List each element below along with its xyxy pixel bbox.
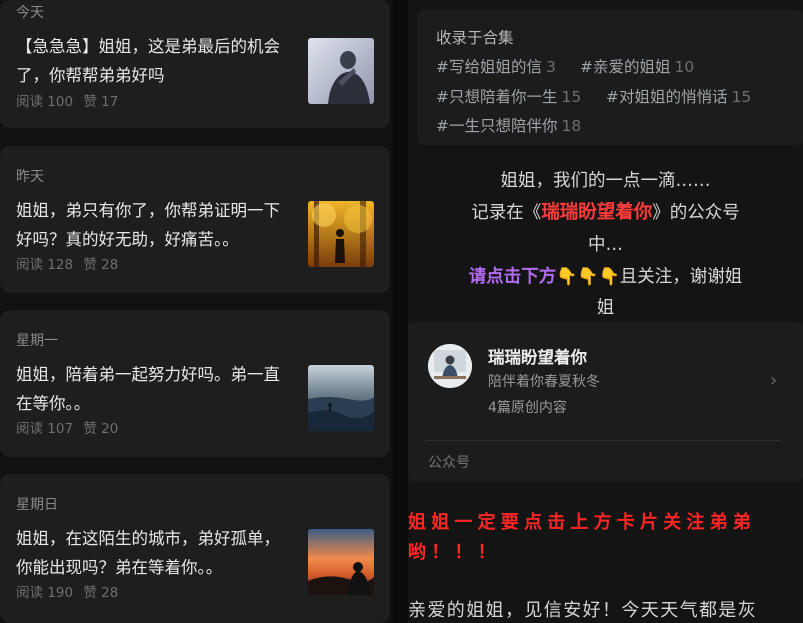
account-type-label: 公众号 [428,455,470,471]
sea-rock-image [308,365,374,431]
collection-tag-count: 10 [674,58,695,76]
article-card[interactable]: 今天 【急急急】姐姐，这是弟最后的机会了，你帮帮弟弟好吗 阅读 100 赞 17 [0,0,390,128]
article-day: 昨天 [16,169,44,185]
article-day: 星期一 [16,333,58,349]
autumn-walk-image [308,201,374,267]
article-meta: 阅读 128 赞 28 [16,253,118,273]
collection-tag-name: #写给姐姐的信 [436,58,542,76]
intro-line-3: 中… [588,235,623,255]
article-title[interactable]: 【急急急】姐姐，这是弟最后的机会了，你帮帮弟弟好吗 [16,32,296,90]
collection-tag-name: #一生只想陪伴你 [436,117,558,135]
collection-tag-count: 15 [561,88,582,106]
sunset-sitting-image [308,529,374,595]
article-day: 星期日 [16,497,58,513]
intro-line-4: 请点击下方👇👇👇且关注，谢谢姐 [408,263,803,291]
collection-tag-count: 15 [731,88,752,106]
account-card[interactable]: 瑞瑞盼望着你 陪伴着你春夏秋冬 4篇原创内容 › 公众号 [408,322,803,482]
intro-line-4-post: 且关注，谢谢姐 [619,267,743,287]
article-thumbnail[interactable] [308,365,374,431]
follow-reminder-line-2: 哟！！！ [408,542,501,563]
like-count: 赞 17 [83,94,119,110]
article-title[interactable]: 姐姐，陪着弟一起努力好吗。弟一直在等你。。 [16,360,296,418]
read-count: 阅读 107 [16,421,74,437]
article-list: 今天 【急急急】姐姐，这是弟最后的机会了，你帮帮弟弟好吗 阅读 100 赞 17… [0,0,393,623]
account-description: 陪伴着你春夏秋冬 [488,374,600,390]
chevron-right-icon[interactable]: › [770,370,777,391]
click-below-text: 请点击下方 [468,267,557,287]
article-thumbnail[interactable] [308,201,374,267]
article-thumbnail[interactable] [308,529,374,595]
article-card[interactable]: 星期日 姐姐，在这陌生的城市，弟好孤单，你能出现吗？弟在等着你。。 阅读 190… [0,474,390,623]
intro-line-5: 姐 [596,298,615,318]
intro-line-1: 姐姐，我们的一点一滴…… [500,171,711,191]
account-name[interactable]: 瑞瑞盼望着你 [488,344,587,368]
collection-tag[interactable]: #写给姐姐的信 3 [436,55,556,77]
like-count: 赞 28 [83,585,119,601]
like-count: 赞 20 [83,421,119,437]
article-body-text: 亲爱的姐姐，见信安好！今天天气都是灰 [408,600,758,621]
account-name-highlight: 瑞瑞盼望着你 [541,202,653,223]
collection-tag[interactable]: #只想陪着你一生 15 [436,85,581,107]
collection-tag-count: 18 [561,117,582,135]
article-card[interactable]: 星期一 姐姐，陪着弟一起努力好吗。弟一直在等你。。 阅读 107 赞 20 [0,310,390,457]
pointing-down-icon: 👇 [598,267,620,287]
intro-line-2-post: 》的公众号 [652,203,740,223]
collection-header: 收录于合集 [436,29,514,47]
follow-reminder: 姐姐一定要点击上方卡片关注弟弟 哟！！！ [408,508,803,568]
collection-tag-name: #亲爱的姐姐 [580,58,671,76]
article-meta: 阅读 107 赞 20 [16,417,118,437]
intro-line-2-pre: 记录在《 [471,203,542,223]
article-thumbnail[interactable] [308,38,374,104]
collection-tag-name: #只想陪着你一生 [436,88,558,106]
portrait-light-image [308,38,374,104]
account-avatar [428,344,472,388]
card-divider [426,440,781,441]
collection-tag[interactable]: #一生只想陪伴你 18 [436,114,581,136]
collection-tag-count: 3 [546,58,556,76]
article-title[interactable]: 姐姐，在这陌生的城市，弟好孤单，你能出现吗？弟在等着你。。 [16,524,296,582]
read-count: 阅读 190 [16,585,74,601]
collection-tag[interactable]: #对姐姐的悄悄话 15 [606,85,751,107]
pointing-down-icon: 👇 [556,267,578,287]
collection-box: 收录于合集 #写给姐姐的信 3 #亲爱的姐姐 10 #只想陪着你一生 15 #对姐姐的… [418,10,803,145]
read-count: 阅读 100 [16,94,74,110]
collection-tag-name: #对姐姐的悄悄话 [606,88,728,106]
article-day: 今天 [16,5,44,21]
article-detail: 收录于合集 #写给姐姐的信 3 #亲爱的姐姐 10 #只想陪着你一生 15 #对姐姐的… [408,0,803,623]
like-count: 赞 28 [83,257,119,273]
read-count: 阅读 128 [16,257,74,273]
collection-tag[interactable]: #亲爱的姐姐 10 [580,55,694,77]
column-divider [393,0,408,623]
article-title[interactable]: 姐姐，弟只有你了，你帮弟证明一下好吗？真的好无助，好痛苦。。 [16,196,296,254]
intro-line-2: 记录在《瑞瑞盼望着你》的公众号 [408,199,803,227]
account-article-count: 4篇原创内容 [488,400,567,416]
pointing-down-icon: 👇 [577,267,599,287]
avatar-image [428,344,472,388]
article-meta: 阅读 100 赞 17 [16,90,118,110]
article-card[interactable]: 昨天 姐姐，弟只有你了，你帮弟证明一下好吗？真的好无助，好痛苦。。 阅读 128… [0,146,390,293]
article-meta: 阅读 190 赞 28 [16,581,118,601]
follow-reminder-line-1: 姐姐一定要点击上方卡片关注弟弟 [408,512,756,533]
